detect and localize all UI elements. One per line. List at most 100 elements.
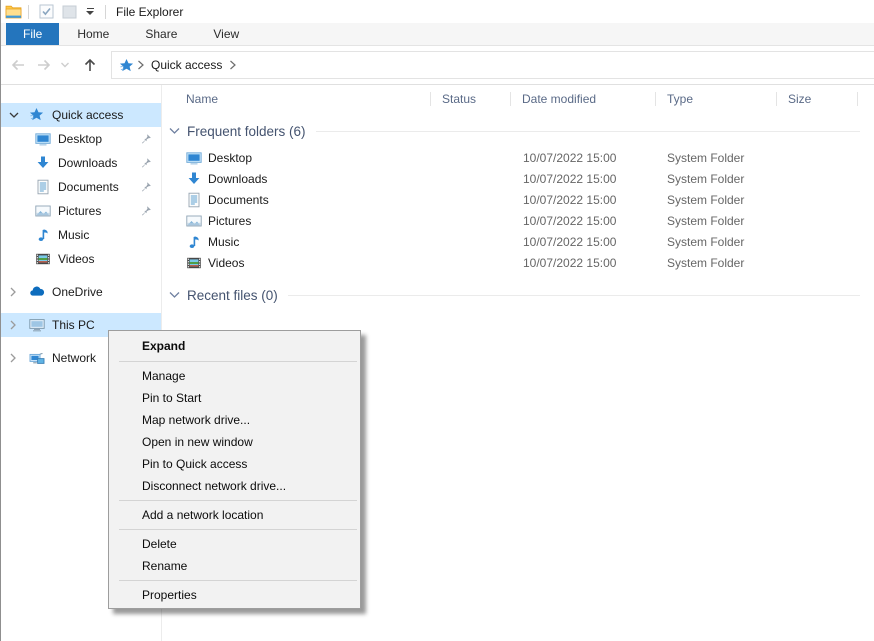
sidebar-item-quick-access[interactable]: Quick access	[1, 103, 161, 127]
context-menu-item-properties[interactable]: Properties	[109, 584, 360, 606]
up-button[interactable]	[77, 52, 103, 78]
this-pc-icon	[29, 317, 45, 333]
qat-properties-button[interactable]	[38, 3, 55, 20]
titlebar: File Explorer	[1, 0, 874, 23]
sidebar-item-label: Documents	[58, 180, 119, 194]
chevron-right-icon[interactable]	[9, 320, 29, 330]
context-menu-item-add-a-network-location[interactable]: Add a network location	[109, 504, 360, 526]
table-row-desktop[interactable]: Desktop 10/07/2022 15:00 System Folder	[162, 147, 874, 168]
file-type: System Folder	[656, 172, 777, 186]
file-type: System Folder	[656, 214, 777, 228]
sidebar-item-label: Videos	[58, 252, 94, 266]
sidebar-item-music[interactable]: Music	[1, 223, 161, 247]
file-name: Pictures	[208, 214, 251, 228]
back-button[interactable]	[5, 52, 31, 78]
onedrive-icon	[29, 284, 45, 300]
column-header-name[interactable]: Name	[162, 85, 431, 113]
chevron-right-icon[interactable]	[9, 287, 29, 297]
chevron-down-icon	[169, 127, 180, 135]
context-menu-item-expand[interactable]: Expand	[109, 334, 360, 358]
titlebar-separator	[105, 5, 106, 19]
sidebar-item-downloads[interactable]: Downloads	[1, 151, 161, 175]
context-menu-item-rename[interactable]: Rename	[109, 555, 360, 577]
sidebar-item-label: Network	[52, 351, 96, 365]
file-name: Downloads	[208, 172, 267, 186]
column-header-date-modified[interactable]: Date modified	[511, 85, 656, 113]
file-type: System Folder	[656, 151, 777, 165]
column-headers: Name Status Date modified Type Size	[162, 85, 874, 113]
file-date-modified: 10/07/2022 15:00	[511, 235, 656, 249]
sidebar-item-pictures[interactable]: Pictures	[1, 199, 161, 223]
sidebar-item-videos[interactable]: Videos	[1, 247, 161, 271]
pictures-icon	[35, 203, 51, 219]
file-date-modified: 10/07/2022 15:00	[511, 214, 656, 228]
context-menu-item-disconnect-network-drive[interactable]: Disconnect network drive...	[109, 475, 360, 497]
menu-separator	[119, 361, 357, 362]
music-icon	[186, 234, 202, 250]
documents-icon	[35, 179, 51, 195]
pin-icon	[140, 181, 152, 193]
forward-button[interactable]	[31, 52, 57, 78]
context-menu-item-delete[interactable]: Delete	[109, 533, 360, 555]
section-frequent-folders[interactable]: Frequent folders (6)	[169, 121, 860, 141]
qat-new-folder-button[interactable]	[61, 3, 78, 20]
context-menu-item-manage[interactable]: Manage	[109, 365, 360, 387]
tab-file[interactable]: File	[6, 23, 59, 45]
table-row-downloads[interactable]: Downloads 10/07/2022 15:00 System Folder	[162, 168, 874, 189]
tab-view[interactable]: View	[195, 23, 257, 45]
file-date-modified: 10/07/2022 15:00	[511, 256, 656, 270]
column-header-type[interactable]: Type	[656, 85, 777, 113]
sidebar-item-documents[interactable]: Documents	[1, 175, 161, 199]
section-recent-files[interactable]: Recent files (0)	[169, 285, 860, 305]
breadcrumb-chevron-icon[interactable]	[229, 60, 236, 70]
chevron-down-icon[interactable]	[9, 111, 29, 119]
context-menu-item-pin-to-start[interactable]: Pin to Start	[109, 387, 360, 409]
pictures-icon	[186, 213, 202, 229]
file-type: System Folder	[656, 193, 777, 207]
file-name: Music	[208, 235, 239, 249]
recent-locations-dropdown[interactable]	[57, 52, 73, 78]
menu-separator	[119, 529, 357, 530]
file-type: System Folder	[656, 256, 777, 270]
context-menu-item-open-in-new-window[interactable]: Open in new window	[109, 431, 360, 453]
tab-share[interactable]: Share	[127, 23, 195, 45]
address-bar[interactable]: Quick access	[111, 51, 874, 79]
file-date-modified: 10/07/2022 15:00	[511, 193, 656, 207]
breadcrumb-quick-access[interactable]: Quick access	[151, 58, 222, 72]
downloads-icon	[186, 171, 202, 187]
column-header-size[interactable]: Size	[777, 85, 858, 113]
sidebar-item-label: Downloads	[58, 156, 117, 170]
pin-icon	[140, 205, 152, 217]
sidebar-item-onedrive[interactable]: OneDrive	[1, 280, 161, 304]
sidebar-item-label: Music	[58, 228, 89, 242]
sidebar-item-label: This PC	[52, 318, 95, 332]
titlebar-separator	[28, 5, 29, 19]
videos-icon	[186, 255, 202, 271]
table-row-videos[interactable]: Videos 10/07/2022 15:00 System Folder	[162, 252, 874, 273]
sidebar-item-label: Quick access	[52, 108, 123, 122]
chevron-down-icon	[169, 291, 180, 299]
section-title: Frequent folders (6)	[187, 124, 306, 139]
sidebar-item-label: Pictures	[58, 204, 101, 218]
table-row-pictures[interactable]: Pictures 10/07/2022 15:00 System Folder	[162, 210, 874, 231]
context-menu-item-pin-to-quick-access[interactable]: Pin to Quick access	[109, 453, 360, 475]
tab-home[interactable]: Home	[59, 23, 127, 45]
table-row-documents[interactable]: Documents 10/07/2022 15:00 System Folder	[162, 189, 874, 210]
section-rule	[288, 295, 860, 296]
file-name: Desktop	[208, 151, 252, 165]
sidebar-item-desktop[interactable]: Desktop	[1, 127, 161, 151]
customize-quick-access-toolbar-button[interactable]	[86, 8, 94, 15]
pin-icon	[140, 133, 152, 145]
breadcrumb-chevron-icon[interactable]	[137, 60, 144, 70]
chevron-right-icon[interactable]	[9, 353, 29, 363]
context-menu-item-map-network-drive[interactable]: Map network drive...	[109, 409, 360, 431]
table-row-music[interactable]: Music 10/07/2022 15:00 System Folder	[162, 231, 874, 252]
file-date-modified: 10/07/2022 15:00	[511, 151, 656, 165]
sidebar-item-label: OneDrive	[52, 285, 103, 299]
file-explorer-logo-icon	[5, 4, 22, 19]
column-header-status[interactable]: Status	[431, 85, 511, 113]
file-name: Documents	[208, 193, 269, 207]
navigation-bar: Quick access	[1, 46, 874, 85]
section-title: Recent files (0)	[187, 288, 278, 303]
videos-icon	[35, 251, 51, 267]
